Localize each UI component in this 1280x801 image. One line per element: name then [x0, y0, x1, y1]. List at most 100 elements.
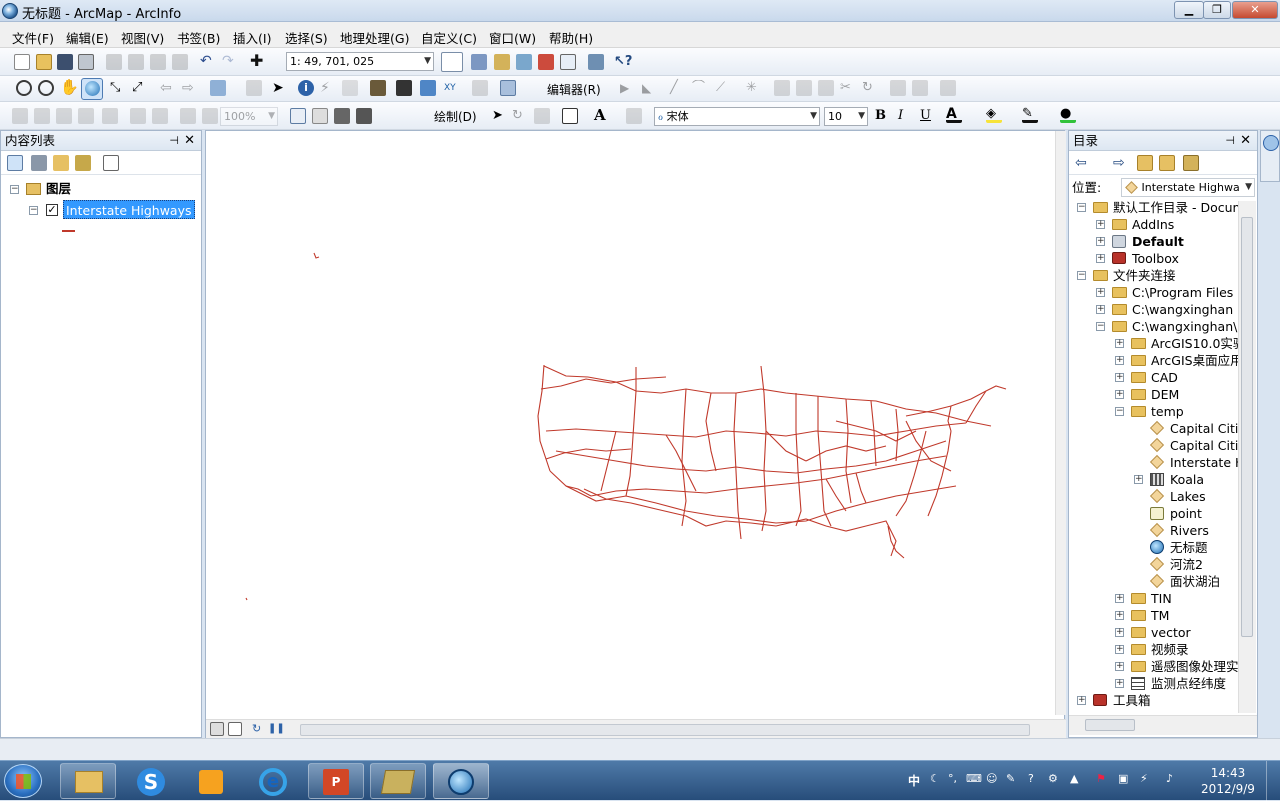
- rectangle-tool-icon[interactable]: [562, 108, 578, 124]
- catalog-item[interactable]: + Default: [1069, 233, 1237, 250]
- refresh-icon[interactable]: ↻: [252, 722, 268, 738]
- endpoint-arc-icon[interactable]: ⌒: [692, 80, 708, 96]
- html-popup-icon[interactable]: [342, 80, 358, 96]
- layer-interstate-highways[interactable]: Interstate Highways: [63, 200, 195, 219]
- expand-toggle[interactable]: +: [1115, 628, 1124, 637]
- security-icon[interactable]: ⚑: [1096, 772, 1106, 785]
- italic-button[interactable]: I: [898, 108, 914, 124]
- expand-toggle[interactable]: +: [1115, 645, 1124, 654]
- expand-toggle[interactable]: +: [1115, 594, 1124, 603]
- menu-view[interactable]: 视图(V): [121, 28, 164, 47]
- expand-toggle[interactable]: +: [1115, 679, 1124, 688]
- punctuation-icon[interactable]: °,: [948, 772, 957, 785]
- catalog-item[interactable]: + ArcGIS10.0实验: [1069, 335, 1245, 352]
- horizontal-scroll-thumb[interactable]: [300, 724, 1030, 736]
- fixed-layout-zoom-out-icon[interactable]: [152, 108, 168, 124]
- create-features-icon[interactable]: [940, 80, 956, 96]
- change-layout-icon[interactable]: [334, 108, 350, 124]
- taskbar-explorer[interactable]: [60, 763, 116, 799]
- straight-segment-icon[interactable]: ╱: [670, 80, 686, 96]
- show-hidden-icons[interactable]: ▲: [1070, 772, 1078, 785]
- moon-icon[interactable]: ☾: [930, 772, 940, 785]
- toc-close-icon[interactable]: ✕: [184, 131, 195, 151]
- font-color-icon[interactable]: A: [946, 107, 962, 123]
- font-size-combo[interactable]: 10 ▼: [824, 107, 868, 126]
- expand-toggle[interactable]: −: [1077, 271, 1086, 280]
- menu-insert[interactable]: 插入(I): [233, 28, 271, 47]
- edit-tool-icon[interactable]: ▶: [620, 80, 636, 96]
- expand-toggle[interactable]: +: [1115, 662, 1124, 671]
- catalog-back-icon[interactable]: ⇦: [1075, 155, 1091, 171]
- find-route-icon[interactable]: [420, 80, 436, 96]
- home-folder-icon[interactable]: [1159, 155, 1175, 171]
- catalog-item[interactable]: Capital Citie: [1069, 420, 1246, 437]
- expand-toggle[interactable]: −: [1115, 407, 1124, 416]
- catalog-item[interactable]: − C:\wangxinghan\d: [1069, 318, 1245, 335]
- catalog-item[interactable]: + C:\Program Files (: [1069, 284, 1242, 301]
- catalog-item[interactable]: Lakes: [1069, 488, 1237, 505]
- menu-geoprocessing[interactable]: 地理处理(G): [340, 28, 409, 47]
- catalog-hscroll-thumb[interactable]: [1085, 719, 1135, 731]
- modelbuilder-icon[interactable]: [588, 54, 604, 70]
- catalog-close-icon[interactable]: ✕: [1240, 131, 1251, 151]
- catalog-item[interactable]: point: [1069, 505, 1237, 522]
- catalog-item[interactable]: − temp: [1069, 403, 1237, 420]
- catalog-item[interactable]: Interstate H: [1069, 454, 1244, 471]
- print-icon[interactable]: [78, 54, 94, 70]
- catalog-item[interactable]: − 文件夹连接: [1069, 267, 1237, 284]
- edit-vertices-icon[interactable]: [774, 80, 790, 96]
- data-view-button[interactable]: [210, 722, 224, 736]
- close-button[interactable]: ✕: [1232, 1, 1278, 19]
- layout-view-button[interactable]: [228, 722, 242, 736]
- search-window-icon[interactable]: [516, 54, 532, 70]
- user-icon[interactable]: ☺: [986, 772, 997, 785]
- create-viewer-window-icon[interactable]: [500, 80, 516, 96]
- layers-group-label[interactable]: 图层: [46, 180, 71, 197]
- folder-up-icon[interactable]: [1137, 155, 1153, 171]
- show-desktop-button[interactable]: [1266, 761, 1280, 801]
- arctoolbox-icon[interactable]: [538, 54, 554, 70]
- expand-toggle[interactable]: +: [1134, 475, 1143, 484]
- catalog-item[interactable]: + AddIns: [1069, 216, 1237, 233]
- measure-icon[interactable]: [370, 80, 386, 96]
- point-icon[interactable]: ✳: [746, 80, 762, 96]
- menu-edit[interactable]: 编辑(E): [66, 28, 109, 47]
- expand-toggle[interactable]: +: [1096, 254, 1105, 263]
- catalog-item[interactable]: − 默认工作目录 - Docum: [1069, 199, 1245, 216]
- time-slider-icon[interactable]: [472, 80, 488, 96]
- catalog-vertical-scrollbar[interactable]: [1238, 201, 1256, 713]
- catalog-item[interactable]: + vector: [1069, 624, 1237, 641]
- expand-toggle[interactable]: +: [1096, 305, 1105, 314]
- catalog-item[interactable]: + 监测点经纬度: [1069, 675, 1237, 692]
- clear-selection-icon[interactable]: [246, 80, 262, 96]
- edit-vertices-draw-icon[interactable]: [626, 108, 642, 124]
- menu-bookmarks[interactable]: 书签(B): [177, 28, 220, 47]
- pan-hand-icon[interactable]: ✋: [60, 79, 79, 95]
- select-features-icon[interactable]: [210, 80, 226, 96]
- paste-icon[interactable]: [150, 54, 166, 70]
- layout-forward-icon[interactable]: [202, 108, 218, 124]
- zoom-out-icon[interactable]: [38, 80, 54, 96]
- catalog-item[interactable]: + 遥感图像处理实: [1069, 658, 1239, 675]
- menu-window[interactable]: 窗口(W): [489, 28, 536, 47]
- reshape-feature-icon[interactable]: [796, 80, 812, 96]
- catalog-item[interactable]: + CAD: [1069, 369, 1237, 386]
- font-name-combo[interactable]: ℴ 宋体 ▼: [654, 107, 820, 126]
- editor-menu[interactable]: 编辑器(R): [547, 81, 601, 98]
- menu-customize[interactable]: 自定义(C): [421, 28, 477, 47]
- map-horizontal-scrollbar[interactable]: ↻ ❚❚: [206, 719, 1066, 739]
- copy-icon[interactable]: [128, 54, 144, 70]
- catalog-forward-icon[interactable]: ⇨: [1113, 155, 1129, 171]
- device-icon[interactable]: ▣: [1118, 772, 1128, 785]
- minimize-button[interactable]: ▁: [1174, 1, 1204, 19]
- select-elements-icon[interactable]: ➤: [272, 80, 288, 96]
- rotate-tool-icon[interactable]: ↻: [862, 80, 878, 96]
- line-color-icon[interactable]: ✎: [1022, 107, 1038, 123]
- bold-button[interactable]: B: [875, 108, 891, 124]
- underline-button[interactable]: U: [920, 108, 936, 124]
- fixed-zoom-out-icon[interactable]: ⤢: [132, 80, 148, 96]
- cut-icon[interactable]: [106, 54, 122, 70]
- fixed-zoom-in-icon[interactable]: ⤡: [110, 80, 126, 96]
- help-icon[interactable]: ?: [1028, 772, 1034, 785]
- connect-folder-icon[interactable]: [1183, 155, 1199, 171]
